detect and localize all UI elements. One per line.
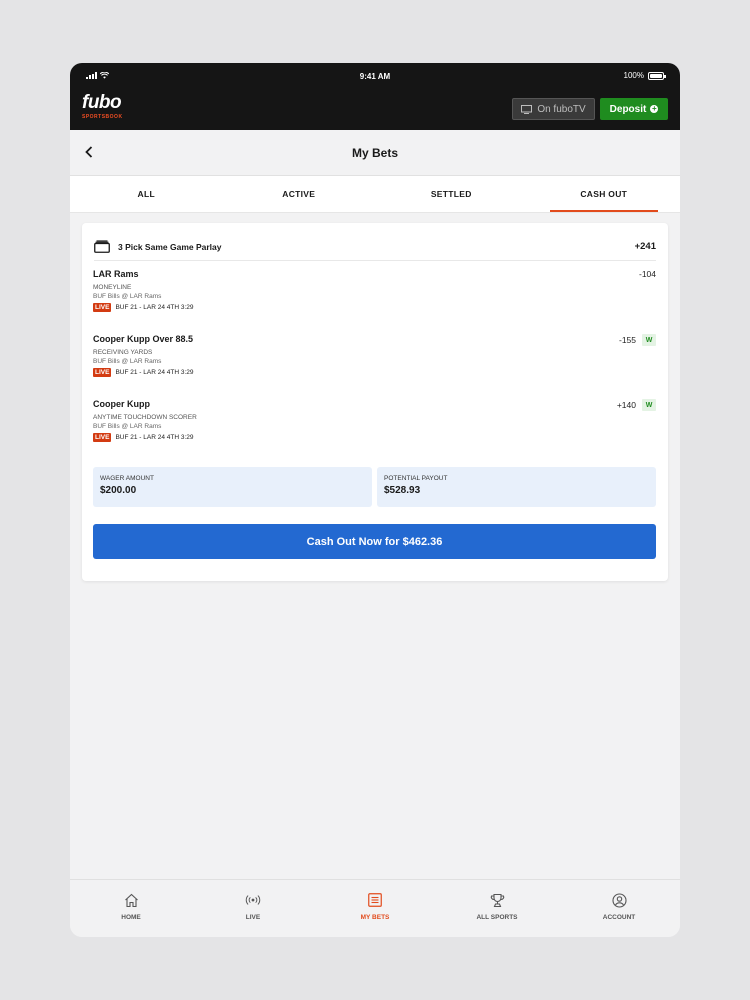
nav-account[interactable]: ACCOUNT bbox=[558, 880, 680, 937]
wager-label: WAGER AMOUNT bbox=[100, 475, 154, 482]
status-time: 9:41 AM bbox=[359, 72, 391, 81]
leg-market: MONEYLINE bbox=[93, 284, 132, 291]
leg-odds-group: +140 W bbox=[617, 399, 656, 411]
device-screen: 9:41 AM 100% fubo SPORTSBOOK On fuboTV D… bbox=[70, 63, 680, 937]
leg-odds: -155 bbox=[618, 335, 636, 345]
leg-pick: Cooper Kupp Over 88.5 bbox=[93, 334, 194, 344]
wager-value: $200.00 bbox=[100, 485, 137, 496]
leg-score: BUF 21 - LAR 24 4TH 3:29 bbox=[115, 434, 194, 441]
user-circle-icon bbox=[611, 892, 627, 908]
broadcast-icon bbox=[245, 892, 261, 908]
leg-live-score: LIVE BUF 21 - LAR 24 4TH 3:29 bbox=[93, 368, 656, 377]
app-bar: fubo SPORTSBOOK On fuboTV Deposit + bbox=[70, 89, 680, 130]
leg-matchup: BUF Bills @ LAR Rams bbox=[93, 293, 162, 300]
bets-list-icon bbox=[367, 892, 383, 908]
wager-amount-box: WAGER AMOUNT $200.00 bbox=[93, 467, 372, 507]
payout-value: $528.93 bbox=[384, 485, 421, 496]
leg-matchup: BUF Bills @ LAR Rams bbox=[93, 358, 162, 365]
leg-odds: -104 bbox=[638, 269, 656, 279]
leg-market: ANYTIME TOUCHDOWN SCORER bbox=[93, 414, 197, 421]
leg-pick: LAR Rams bbox=[93, 269, 139, 279]
tab-cash-out[interactable]: CASH OUT bbox=[528, 176, 681, 212]
tab-active[interactable]: ACTIVE bbox=[223, 176, 376, 212]
home-icon bbox=[123, 892, 139, 908]
potential-payout-box: POTENTIAL PAYOUT $528.93 bbox=[377, 467, 656, 507]
leg-live-score: LIVE BUF 21 - LAR 24 4TH 3:29 bbox=[93, 433, 656, 442]
nav-all-sports[interactable]: ALL SPORTS bbox=[436, 880, 558, 937]
nav-all-sports-label: ALL SPORTS bbox=[476, 914, 518, 921]
leg-matchup: BUF Bills @ LAR Rams bbox=[93, 423, 162, 430]
tv-icon bbox=[521, 104, 533, 114]
leg-odds: +140 bbox=[616, 400, 636, 410]
logo-word: fubo bbox=[82, 92, 122, 113]
leg-live-score: LIVE BUF 21 - LAR 24 4TH 3:29 bbox=[93, 303, 656, 312]
nav-live[interactable]: LIVE bbox=[192, 880, 314, 937]
page-header: My Bets bbox=[70, 130, 680, 176]
page-title: My Bets bbox=[351, 146, 398, 160]
nav-my-bets[interactable]: MY BETS bbox=[314, 880, 436, 937]
win-badge: W bbox=[642, 399, 656, 411]
parlay-name: 3 Pick Same Game Parlay bbox=[118, 241, 222, 252]
leg-score: BUF 21 - LAR 24 4TH 3:29 bbox=[115, 304, 194, 311]
battery-icon bbox=[648, 71, 666, 80]
status-bar: 9:41 AM 100% bbox=[70, 63, 680, 89]
nav-live-label: LIVE bbox=[245, 914, 261, 921]
nav-home[interactable]: HOME bbox=[70, 880, 192, 937]
fubo-sportsbook-logo[interactable]: fubo SPORTSBOOK bbox=[82, 92, 123, 121]
live-badge: LIVE bbox=[93, 368, 112, 377]
ticket-icon bbox=[94, 240, 110, 253]
cash-out-button[interactable]: Cash Out Now for $462.36 bbox=[93, 524, 656, 559]
battery-group: 100% bbox=[623, 71, 666, 80]
deposit-label: Deposit bbox=[609, 103, 647, 115]
plus-circle-icon: + bbox=[650, 104, 659, 113]
deposit-button[interactable]: Deposit + bbox=[600, 98, 668, 120]
tab-settled[interactable]: SETTLED bbox=[375, 176, 528, 212]
bets-tabs: ALL ACTIVE SETTLED CASH OUT bbox=[70, 176, 680, 213]
bet-leg: LAR Rams MONEYLINE BUF Bills @ LAR Rams … bbox=[93, 269, 656, 312]
leg-odds-group: -104 bbox=[639, 269, 656, 279]
battery-percent: 100% bbox=[623, 71, 644, 80]
live-badge: LIVE bbox=[93, 303, 112, 312]
bottom-nav: HOME LIVE MY BETS ALL SPORTS ACCOUNT bbox=[70, 879, 680, 937]
bet-leg: Cooper Kupp Over 88.5 RECEIVING YARDS BU… bbox=[93, 334, 656, 377]
live-badge: LIVE bbox=[93, 433, 112, 442]
parlay-odds: +241 bbox=[634, 241, 656, 252]
on-fubotv-button[interactable]: On fuboTV bbox=[512, 98, 595, 120]
parlay-header: 3 Pick Same Game Parlay +241 bbox=[94, 233, 656, 261]
leg-pick: Cooper Kupp bbox=[93, 399, 150, 409]
on-fubotv-label: On fuboTV bbox=[537, 103, 586, 115]
tab-all[interactable]: ALL bbox=[70, 176, 223, 212]
trophy-icon bbox=[489, 892, 505, 908]
leg-odds-group: -155 W bbox=[619, 334, 656, 346]
leg-score: BUF 21 - LAR 24 4TH 3:29 bbox=[115, 369, 194, 376]
nav-home-label: HOME bbox=[121, 914, 141, 921]
bet-card: 3 Pick Same Game Parlay +241 LAR Rams MO… bbox=[82, 223, 668, 581]
logo-sub: SPORTSBOOK bbox=[82, 114, 123, 120]
payout-label: POTENTIAL PAYOUT bbox=[384, 475, 448, 482]
nav-my-bets-label: MY BETS bbox=[360, 914, 390, 921]
nav-account-label: ACCOUNT bbox=[602, 914, 636, 921]
bet-leg: Cooper Kupp ANYTIME TOUCHDOWN SCORER BUF… bbox=[93, 399, 656, 442]
leg-market: RECEIVING YARDS bbox=[93, 349, 153, 356]
win-badge: W bbox=[642, 334, 656, 346]
